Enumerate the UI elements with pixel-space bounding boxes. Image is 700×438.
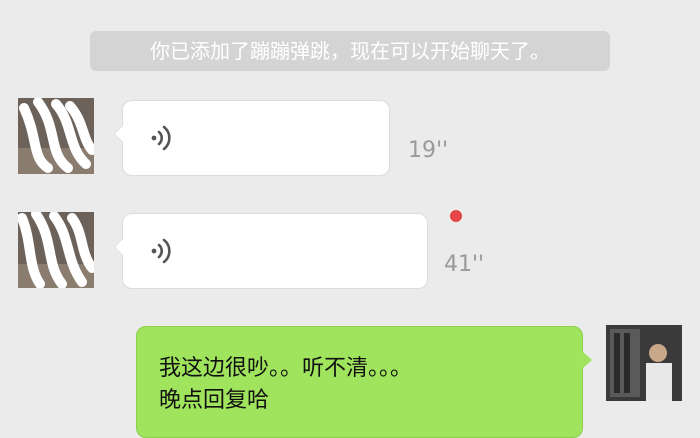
- message-line: 我这边很吵。。听不清。。。: [159, 356, 413, 381]
- voice-message-bubble[interactable]: [114, 213, 428, 289]
- voice-message-bubble[interactable]: [114, 100, 390, 176]
- system-notice: 你已添加了蹦蹦弹跳，现在可以开始聊天了。: [90, 31, 610, 71]
- avatar-image: [18, 98, 94, 174]
- message-text: 我这边很吵。。听不清。。。 晚点回复哈: [159, 353, 559, 417]
- contact-avatar[interactable]: [18, 98, 94, 174]
- message-line: 晚点回复哈: [159, 388, 270, 413]
- unread-dot: [450, 210, 462, 222]
- contact-avatar[interactable]: [18, 212, 94, 288]
- avatar-image: [606, 325, 682, 401]
- voice-duration: 19'': [408, 138, 449, 163]
- voice-wave-icon: [151, 125, 171, 151]
- avatar-image: [18, 212, 94, 288]
- my-avatar[interactable]: [606, 325, 682, 401]
- voice-duration: 41'': [444, 252, 485, 277]
- voice-wave-icon: [151, 238, 171, 264]
- outgoing-text-bubble[interactable]: 我这边很吵。。听不清。。。 晚点回复哈: [136, 326, 592, 438]
